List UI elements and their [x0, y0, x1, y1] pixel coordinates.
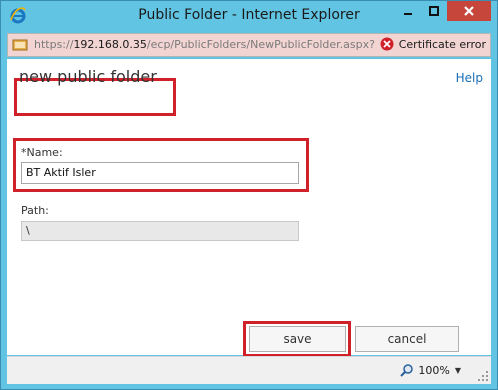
close-button[interactable]: [447, 1, 491, 21]
page-icon: [12, 39, 28, 51]
magnifier-icon: [400, 364, 414, 377]
maximize-icon: [429, 6, 439, 16]
minimize-icon: [404, 13, 412, 15]
address-bar[interactable]: https://192.168.0.35/ecp/PublicFolders/N…: [7, 33, 491, 57]
resize-grip-icon[interactable]: [477, 370, 489, 382]
error-icon: [380, 37, 394, 51]
status-bar: 100% ▼: [7, 356, 491, 384]
path-input: \: [21, 221, 299, 241]
page-content: Help new public folder *Name: BT Aktif I…: [7, 59, 491, 357]
page-title: new public folder: [19, 67, 157, 86]
browser-window: Public Folder - Internet Explorer https:…: [0, 0, 498, 390]
title-bar[interactable]: Public Folder - Internet Explorer: [1, 1, 497, 31]
path-label: Path:: [21, 204, 49, 217]
chevron-down-icon: ▼: [454, 365, 461, 375]
zoom-level: 100%: [418, 363, 450, 377]
url-scheme: https://: [34, 38, 74, 51]
certificate-error-label: Certificate error: [398, 37, 486, 51]
zoom-control[interactable]: 100% ▼: [400, 363, 461, 377]
url-text[interactable]: https://192.168.0.35/ecp/PublicFolders/N…: [34, 38, 391, 51]
save-button[interactable]: save: [249, 326, 346, 352]
certificate-error-button[interactable]: Certificate error: [375, 37, 486, 51]
name-label: *Name:: [21, 146, 63, 159]
minimize-button[interactable]: [395, 1, 421, 21]
url-path: /ecp/PublicFolders/NewPublicFolder.aspx?…: [146, 38, 391, 51]
name-input[interactable]: BT Aktif Isler: [21, 162, 299, 184]
cancel-button[interactable]: cancel: [355, 326, 459, 352]
help-link[interactable]: Help: [456, 71, 483, 85]
window-controls: [395, 1, 491, 21]
url-host: 192.168.0.35: [73, 38, 147, 51]
maximize-button[interactable]: [421, 1, 447, 21]
close-icon: [464, 6, 474, 16]
